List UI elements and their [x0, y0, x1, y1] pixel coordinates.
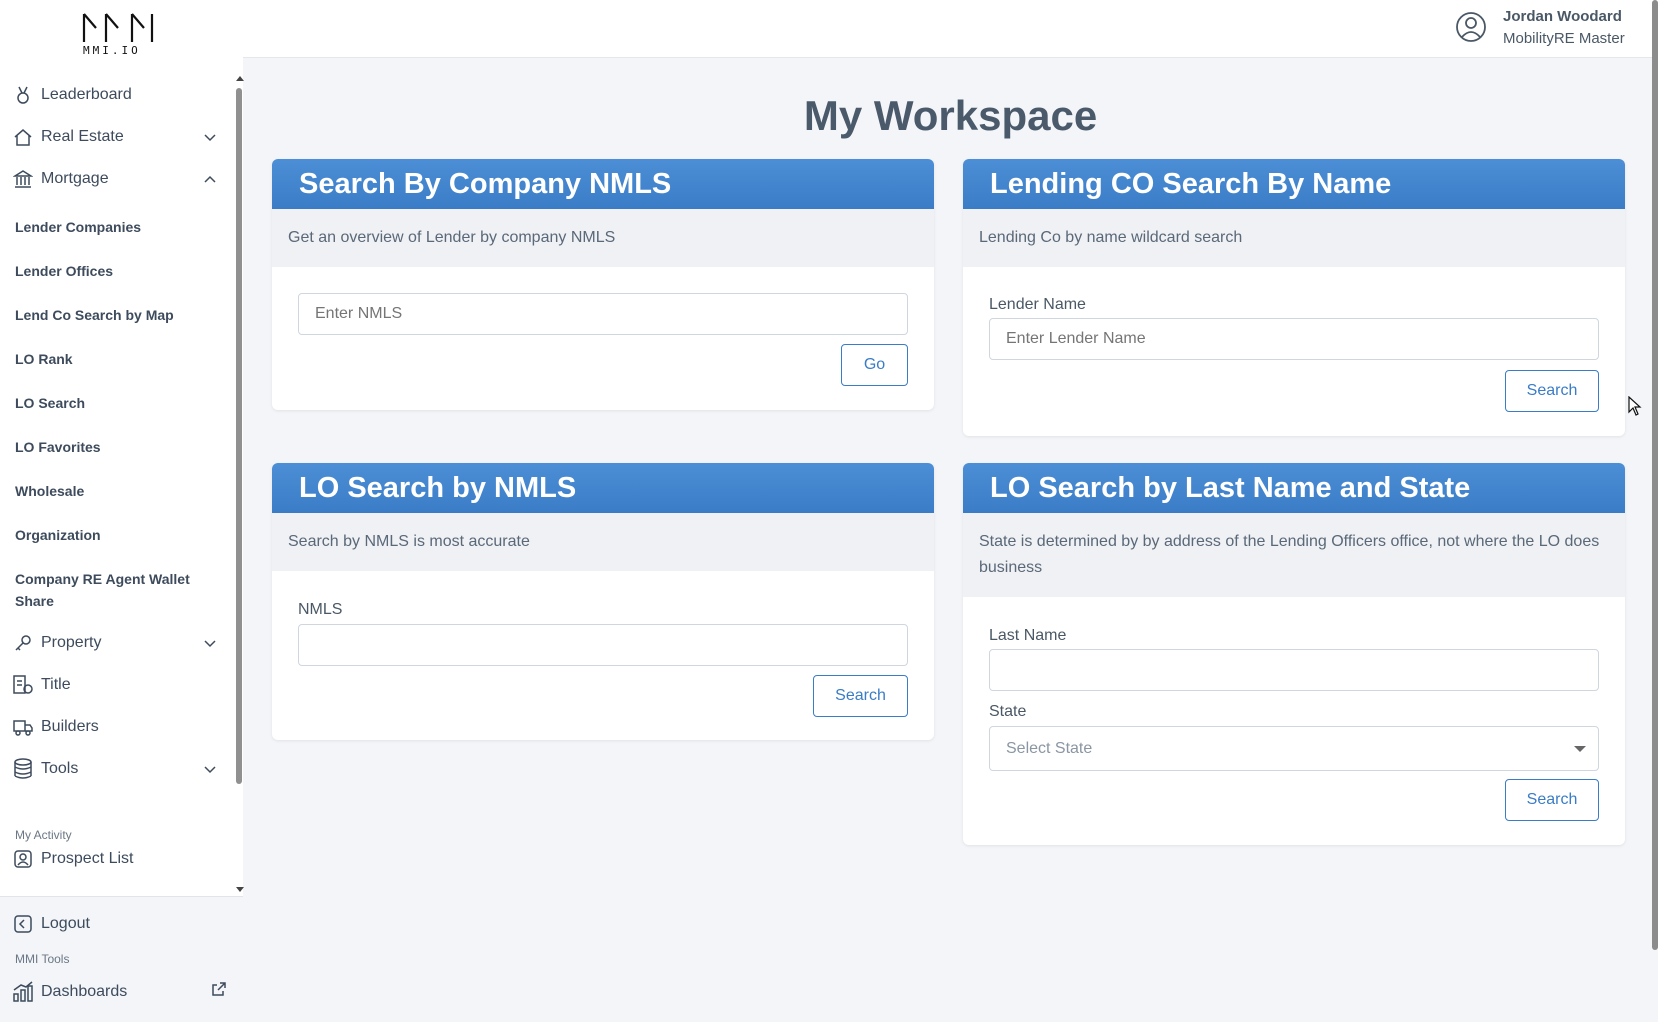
lo-nmls-search-button[interactable]: Search — [813, 675, 908, 717]
card-description: Search by NMLS is most accurate — [272, 513, 934, 571]
mouse-cursor-icon — [1628, 396, 1642, 416]
mmi-tools-label: MMI Tools — [15, 952, 70, 966]
sidebar-item-label: Leaderboard — [41, 86, 132, 103]
sidebar-item-label: Builders — [41, 718, 99, 735]
card-title: Lending CO Search By Name — [963, 159, 1625, 209]
medal-icon — [12, 84, 34, 106]
chevron-down-icon[interactable] — [203, 636, 217, 650]
chevron-down-icon — [1574, 746, 1586, 752]
scroll-down-arrow-icon[interactable] — [236, 887, 244, 892]
sidebar-item-prospect-list[interactable]: Prospect List — [12, 848, 217, 870]
sidebar-nav: Leaderboard Real Estate Mortgage Lender … — [0, 72, 230, 892]
chevron-down-icon[interactable] — [203, 130, 217, 144]
person-icon — [12, 848, 34, 870]
go-button[interactable]: Go — [841, 344, 908, 386]
card-body: Last Name State Select State Search — [963, 597, 1625, 845]
sidebar-subitem-lend-co-search-map[interactable]: Lend Co Search by Map — [15, 304, 210, 326]
bar-chart-icon — [12, 981, 34, 1003]
card-description: Lending Co by name wildcard search — [963, 209, 1625, 267]
sidebar-item-dashboards[interactable]: Dashboards — [12, 981, 227, 1003]
page-scrollbar-thumb[interactable] — [1652, 0, 1658, 950]
logout-icon — [12, 913, 34, 935]
card-body: NMLS Search — [272, 571, 934, 740]
title-doc-icon — [12, 674, 34, 696]
scroll-up-arrow-icon[interactable] — [236, 76, 244, 81]
user-avatar-icon[interactable] — [1455, 11, 1487, 43]
lender-name-label: Lender Name — [989, 296, 1086, 313]
page-title: My Workspace — [803, 92, 1098, 139]
lo-last-name-state-card: LO Search by Last Name and State State i… — [963, 463, 1625, 845]
external-link-icon[interactable] — [211, 981, 227, 997]
card-description: State is determined by by address of the… — [963, 513, 1625, 597]
card-title: LO Search by NMLS — [272, 463, 934, 513]
lending-co-name-card: Lending CO Search By Name Lending Co by … — [963, 159, 1625, 436]
company-nmls-input[interactable] — [298, 293, 908, 335]
sidebar: MMI.IO Leaderboard Real Estate Mortgage … — [0, 0, 244, 1022]
logout-label: Logout — [41, 915, 90, 932]
last-name-input[interactable] — [989, 649, 1599, 691]
lo-nmls-input[interactable] — [298, 624, 908, 666]
last-name-label: Last Name — [989, 627, 1067, 644]
sidebar-subitem-lo-rank[interactable]: LO Rank — [15, 348, 210, 370]
sidebar-subitem-organization[interactable]: Organization — [15, 524, 210, 546]
sidebar-subitem-lo-favorites[interactable]: LO Favorites — [15, 436, 210, 458]
sidebar-subitem-lender-companies[interactable]: Lender Companies — [15, 216, 210, 238]
sidebar-item-label: Property — [41, 634, 102, 651]
sidebar-item-tools[interactable]: Tools — [12, 758, 217, 780]
sidebar-subitem-lo-search[interactable]: LO Search — [15, 392, 210, 414]
sidebar-footer: Logout MMI Tools Dashboards — [0, 896, 243, 1022]
bank-icon — [12, 168, 34, 190]
sidebar-item-label: Mortgage — [41, 170, 109, 187]
my-activity-label: My Activity — [15, 828, 72, 842]
database-icon — [12, 758, 34, 780]
lender-name-search-button[interactable]: Search — [1505, 370, 1599, 412]
user-role: MobilityRE Master — [1503, 30, 1625, 47]
sidebar-item-label: Dashboards — [41, 983, 128, 1000]
card-title: LO Search by Last Name and State — [963, 463, 1625, 513]
logo-text: MMI.IO — [83, 44, 141, 57]
sidebar-item-real-estate[interactable]: Real Estate — [12, 126, 217, 148]
sidebar-item-property[interactable]: Property — [12, 632, 217, 654]
lender-name-input[interactable] — [989, 318, 1599, 360]
card-body: Lender Name Search — [963, 267, 1625, 436]
key-icon — [12, 632, 34, 654]
top-bar — [243, 0, 1658, 58]
last-name-state-search-button[interactable]: Search — [1505, 779, 1599, 821]
state-label: State — [989, 703, 1027, 720]
sidebar-subitem-lender-offices[interactable]: Lender Offices — [15, 260, 210, 282]
sidebar-item-label: Prospect List — [41, 850, 134, 867]
sidebar-item-mortgage[interactable]: Mortgage — [12, 168, 217, 190]
chevron-up-icon[interactable] — [203, 172, 217, 186]
truck-icon — [12, 716, 34, 738]
sidebar-subitem-wholesale[interactable]: Wholesale — [15, 480, 210, 502]
sidebar-subitem-company-re-agent-wallet-share[interactable]: Company RE Agent Wallet Share — [15, 568, 210, 612]
card-body: Go — [272, 267, 934, 410]
state-select[interactable]: Select State — [989, 726, 1599, 771]
sidebar-item-label: Title — [41, 676, 71, 693]
nmls-label: NMLS — [298, 601, 343, 618]
logout-button[interactable]: Logout — [12, 913, 217, 935]
sidebar-item-label: Tools — [41, 760, 79, 777]
lo-nmls-card: LO Search by NMLS Search by NMLS is most… — [272, 463, 934, 740]
card-description: Get an overview of Lender by company NML… — [272, 209, 934, 267]
sidebar-item-label: Real Estate — [41, 128, 124, 145]
sidebar-item-title[interactable]: Title — [12, 674, 217, 696]
company-nmls-card: Search By Company NMLS Get an overview o… — [272, 159, 934, 410]
sidebar-scrollbar-thumb[interactable] — [236, 88, 242, 784]
state-select-value: Select State — [1006, 740, 1093, 757]
user-name[interactable]: Jordan Woodard — [1503, 8, 1622, 25]
sidebar-item-leaderboard[interactable]: Leaderboard — [12, 84, 217, 106]
sidebar-item-builders[interactable]: Builders — [12, 716, 217, 738]
card-title: Search By Company NMLS — [272, 159, 934, 209]
home-icon — [12, 126, 34, 148]
chevron-down-icon[interactable] — [203, 762, 217, 776]
